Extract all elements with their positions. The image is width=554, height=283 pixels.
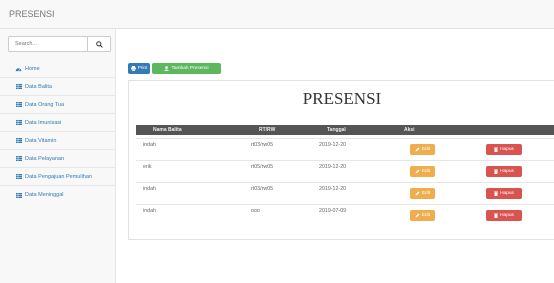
cell-rtrw: ooo [251,208,260,214]
column-header-aksi: Aksi [404,127,415,133]
sidebar-item-data-balita[interactable]: Data Balita [0,78,115,96]
sidebar-item-data-pengajuan-pemulihan[interactable]: Data Pengajuan Pemulihan [0,168,115,186]
cell-nama-balita: erik [143,164,152,170]
cell-nama-balita: indah [143,142,156,148]
dashboard-icon [15,65,22,72]
sidebar-item-label: Data Balita [25,83,52,90]
sidebar-item-data-meninggal[interactable]: Data Meninggal [0,186,115,204]
edit-button[interactable]: Edit [410,144,435,155]
sidebar-item-data-pelayanan[interactable]: Data Pelayanan [0,150,115,168]
edit-button-label: Edit [421,213,431,218]
sidebar-item-label: Data Orang Tua [25,101,65,108]
sidebar-item-label: Home [25,65,40,72]
sidebar-item-label: Data Imunisasi [25,119,62,126]
cell-rtrw: rt05/rw05 [251,164,274,170]
user-icon [164,66,170,71]
sidebar-item-data-orang-tua[interactable]: Data Orang Tua [0,96,115,114]
search-icon [95,40,103,48]
cell-tanggal: 2019-12-20 [319,164,347,170]
pencil-icon [415,213,420,218]
delete-button-label: Hapus [500,213,514,218]
pencil-icon [415,147,420,152]
table-icon [15,173,22,180]
print-button[interactable]: Print [128,63,150,74]
panel-title: PRESENSI [302,89,382,108]
table-icon [15,192,22,199]
table-icon [15,83,22,90]
search-input[interactable] [9,37,87,51]
column-header-nama-balita: Nama Balita [153,127,182,133]
table-header: Nama Balita RT/RW Tanggal Aksi [136,125,554,135]
table-icon [15,119,22,126]
trash-icon [494,147,499,152]
trash-icon [494,213,499,218]
app-brand[interactable]: PRESENSI [9,9,55,19]
table-icon [15,101,22,108]
sidebar-item-label: Data Vitamin [25,137,57,144]
add-presensi-button[interactable]: Tambah Presensi [152,63,221,74]
edit-button[interactable]: Edit [410,210,435,221]
pencil-icon [415,191,420,196]
delete-button[interactable]: Hapus [486,188,522,199]
sidebar-item-label: Data Pelayanan [25,155,65,162]
column-header-rtrw: RT/RW [259,127,276,133]
presensi-panel: PRESENSI Nama Balita RT/RW Tanggal Aksi … [128,80,554,240]
edit-button-label: Edit [421,191,431,196]
edit-button[interactable]: Edit [410,188,435,199]
add-presensi-button-label: Tambah Presensi [171,66,209,71]
edit-button[interactable]: Edit [410,166,435,177]
cell-rtrw: rt03/rw05 [251,186,274,192]
table-row: indah ooo 2019-07-09 Edit Hapus [136,204,554,227]
table-row: indah rt03/rw05 2019-12-20 Edit Hapus [136,182,554,205]
edit-button-label: Edit [421,169,431,174]
delete-button[interactable]: Hapus [486,144,522,155]
print-icon [130,66,136,71]
cell-tanggal: 2019-12-20 [319,142,347,148]
sidebar-item-data-imunisasi[interactable]: Data Imunisasi [0,114,115,132]
trash-icon [494,169,499,174]
column-header-tanggal: Tanggal [327,127,346,133]
delete-button-label: Hapus [500,147,514,152]
table-row: indah rt03/rw05 2019-12-20 Edit Hapus [136,138,554,161]
cell-tanggal: 2019-07-09 [319,208,347,214]
cell-rtrw: rt03/rw05 [251,142,274,148]
search-box [8,36,111,52]
trash-icon [494,191,499,196]
pencil-icon [415,169,420,174]
edit-button-label: Edit [421,147,431,152]
top-navbar: PRESENSI [0,0,554,29]
delete-button-label: Hapus [500,169,514,174]
sidebar-item-data-vitamin[interactable]: Data Vitamin [0,132,115,150]
sidebar-item-label: Data Pengajuan Pemulihan [25,173,92,180]
table-icon [15,155,22,162]
sidebar: Home Data Balita Data Orang Tua Data Imu… [0,29,116,283]
delete-button[interactable]: Hapus [486,210,522,221]
sidebar-item-label: Data Meninggal [25,192,64,198]
sidebar-item-home[interactable]: Home [0,60,115,78]
table-icon [15,137,22,144]
print-button-label: Print [137,66,148,71]
cell-nama-balita: indah [143,208,156,214]
cell-nama-balita: indah [143,186,156,192]
cell-tanggal: 2019-12-20 [319,186,347,192]
table-row: erik rt05/rw05 2019-12-20 Edit Hapus [136,160,554,183]
delete-button[interactable]: Hapus [486,166,522,177]
search-button[interactable] [87,37,110,51]
delete-button-label: Hapus [500,191,514,196]
